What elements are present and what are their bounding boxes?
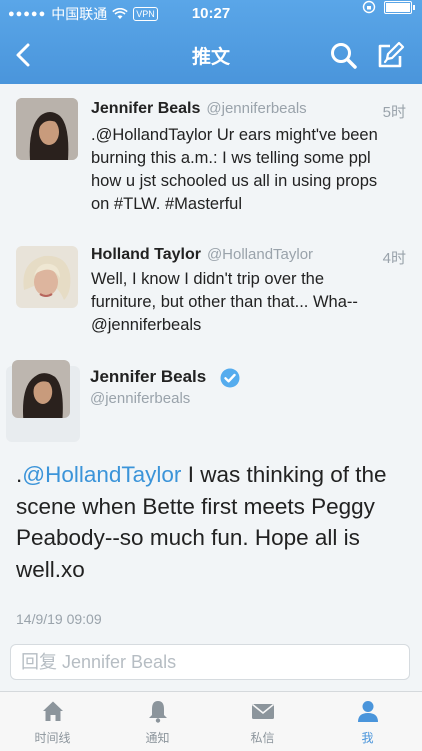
tab-label: 时间线 (34, 731, 71, 745)
avatar[interactable] (16, 246, 78, 308)
tab-messages[interactable]: 私信 (210, 692, 315, 751)
nav-bar: 推文 (0, 28, 422, 84)
tweet-text: Well, I know I didn't trip over the furn… (91, 270, 358, 334)
clock: 10:27 (191, 5, 231, 22)
tweet-body: .@HollandTaylor I was thinking of the sc… (16, 459, 406, 585)
tab-label: 通知 (145, 731, 170, 745)
mention-link[interactable]: @HollandTaylor (22, 462, 181, 487)
home-icon (43, 701, 63, 721)
person-icon (358, 701, 378, 722)
tweet-time: 4时 (382, 250, 406, 267)
compose-icon[interactable] (374, 40, 406, 72)
avatar[interactable] (16, 98, 78, 160)
reply-input[interactable]: 回复 Jennifer Beals (10, 644, 410, 680)
tweet-author[interactable]: Holland Taylor @HollandTaylor (91, 246, 313, 264)
battery-icon (384, 0, 415, 14)
top-bar: ●●●●● 中国联通 VPN 10:27 推文 (0, 0, 422, 84)
status-bar: ●●●●● 中国联通 VPN 10:27 (0, 0, 422, 28)
tweet-author[interactable]: Jennifer Beals @jenniferbeals (91, 100, 307, 118)
tweet-item[interactable]: Jennifer Beals @jenniferbeals 5时 .@Hollan… (0, 84, 422, 224)
avatar[interactable] (12, 360, 70, 418)
author-handle[interactable]: @jenniferbeals (90, 390, 190, 407)
tab-label: 私信 (250, 731, 275, 745)
tab-label: 我 (361, 731, 374, 745)
tweet-time: 5时 (382, 104, 406, 121)
mail-icon (251, 703, 275, 719)
verified-icon (220, 368, 240, 388)
tweet-timestamp: 14/9/19 09:09 (16, 611, 102, 627)
author-name[interactable]: Jennifer Beals (90, 367, 206, 387)
tweet-detail: Jennifer Beals @jenniferbeals .@HollandT… (0, 352, 422, 637)
rotation-lock-icon (362, 0, 376, 14)
tab-me[interactable]: 我 (315, 692, 420, 751)
tweet-item[interactable]: Holland Taylor @HollandTaylor 4时 Well, I … (0, 223, 422, 353)
tab-timeline[interactable]: 时间线 (0, 692, 105, 751)
tab-bar: 时间线 通知 私信 我 (0, 691, 422, 751)
search-icon[interactable] (328, 40, 360, 72)
reply-bar: 回复 Jennifer Beals (0, 637, 422, 691)
tweet-text: .@HollandTaylor Ur ears might've been bu… (91, 126, 378, 213)
bell-icon (149, 701, 167, 723)
tab-notifications[interactable]: 通知 (105, 692, 210, 751)
